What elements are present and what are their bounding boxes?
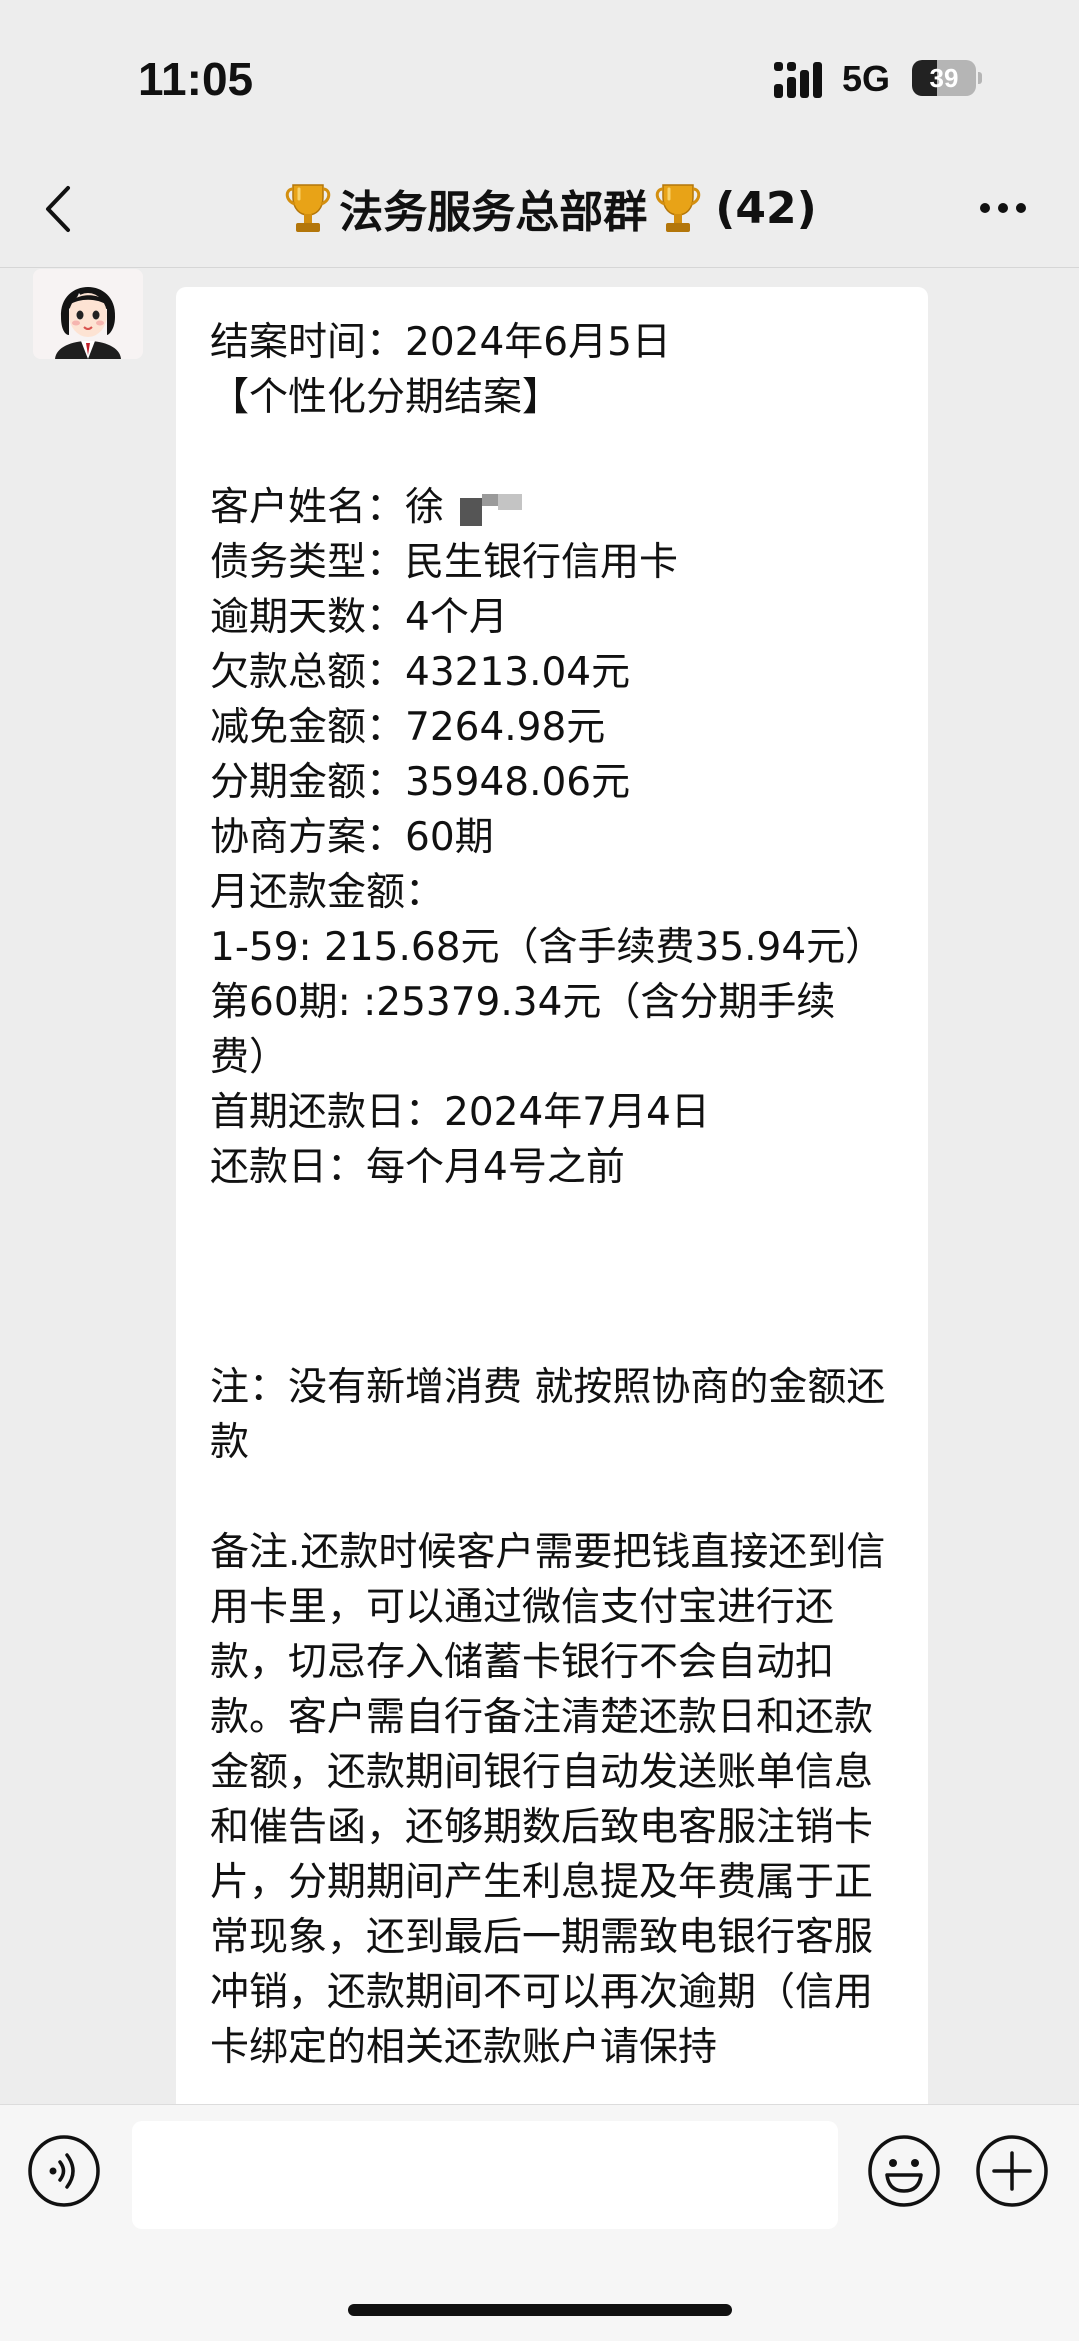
group-name: 法务服务总部群 [339, 187, 648, 238]
battery-icon: 39 [912, 60, 982, 96]
voice-icon[interactable] [26, 2133, 102, 2209]
signal-icon [774, 62, 822, 98]
message-line: 减免金额：7264.98元 [210, 705, 606, 750]
message-line: 逾期天数：4个月 [210, 595, 508, 640]
group-title[interactable]: 法务服务总部群 (42) [270, 178, 830, 238]
message-line: 首期还款日：2024年7月4日 [210, 1090, 710, 1135]
status-time: 11:05 [138, 53, 254, 105]
more-icon[interactable] [978, 200, 1028, 216]
message-line: 第60期: :25379.34元（含分期手续费） [210, 980, 836, 1080]
message-line: 月还款金额： [210, 870, 445, 915]
message-line: 还款日：每个月4号之前 [210, 1145, 625, 1190]
chat-area[interactable]: 结案时间：2024年6月5日 【个性化分期结案】 客户姓名：徐 债务类型：民生银… [0, 269, 1079, 2104]
masked-name [456, 490, 526, 530]
plus-icon[interactable] [974, 2133, 1050, 2209]
trophy-icon [656, 184, 701, 232]
avatar[interactable] [33, 269, 143, 359]
battery-level-text: 39 [929, 63, 959, 93]
message-line: 欠款总额：43213.04元 [210, 650, 631, 695]
avatar-icon [33, 269, 143, 359]
message-text: 结案时间：2024年6月5日 【个性化分期结案】 客户姓名：徐 债务类型：民生银… [210, 315, 898, 2075]
emoji-icon[interactable] [866, 2133, 942, 2209]
trophy-icon [286, 184, 331, 232]
home-indicator[interactable] [348, 2304, 732, 2316]
member-count: (42) [715, 182, 817, 234]
message-line: 【个性化分期结案】 [210, 375, 562, 420]
chat-header: 法务服务总部群 (42) [0, 150, 1079, 268]
message-line: 协商方案：60期 [210, 815, 494, 860]
message-line: 注：没有新增消费 就按照协商的金额还款 [210, 1365, 886, 1465]
message-bubble[interactable]: 结案时间：2024年6月5日 【个性化分期结案】 客户姓名：徐 债务类型：民生银… [176, 287, 928, 2104]
message-line: 客户姓名：徐 [210, 485, 445, 530]
message-line: 结案时间：2024年6月5日 [210, 320, 671, 365]
message-line: 1-59: 215.68元（含手续费35.94元） [210, 925, 885, 970]
network-label: 5G [842, 58, 891, 99]
back-icon[interactable] [40, 184, 80, 234]
message-line: 备注.还款时候客户需要把钱直接还到信用卡里，可以通过微信支付宝进行还款，切忌存入… [210, 1530, 886, 2070]
message-input[interactable] [132, 2121, 838, 2229]
message-line: 债务类型：民生银行信用卡 [210, 540, 679, 585]
message-line: 分期金额：35948.06元 [210, 760, 631, 805]
status-bar: 11:05 5G 39 [0, 0, 1079, 150]
